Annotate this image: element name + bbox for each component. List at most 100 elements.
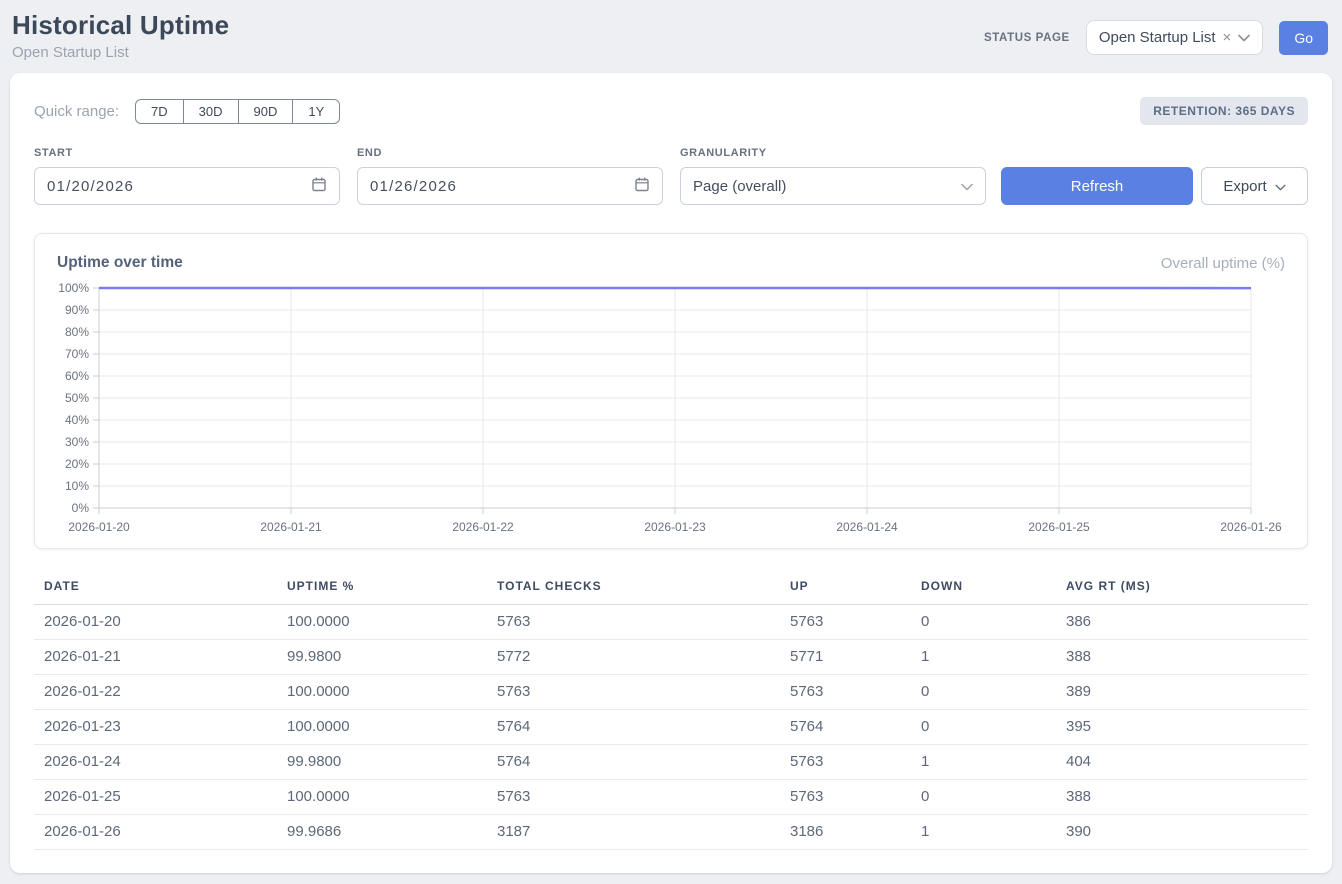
svg-text:60%: 60%: [65, 369, 89, 383]
page-subtitle: Open Startup List: [12, 44, 229, 61]
table-cell: 5763: [780, 675, 911, 710]
svg-text:0%: 0%: [72, 501, 90, 515]
svg-text:50%: 50%: [65, 391, 89, 405]
table-cell: 99.9800: [277, 640, 487, 675]
granularity-field: GRANULARITY Page (overall): [680, 147, 986, 205]
svg-text:80%: 80%: [65, 325, 89, 339]
chevron-down-icon: [961, 178, 973, 195]
table-cell: 5763: [780, 605, 911, 640]
go-button[interactable]: Go: [1279, 21, 1328, 55]
table-cell: 1: [911, 745, 1056, 780]
end-label: END: [357, 147, 663, 159]
table-cell: 0: [911, 675, 1056, 710]
chevron-down-icon: [1238, 34, 1250, 42]
table-cell: 5771: [780, 640, 911, 675]
table-row: 2026-01-25100.0000576357630388: [34, 780, 1308, 815]
svg-text:100%: 100%: [58, 281, 89, 295]
svg-text:10%: 10%: [65, 479, 89, 493]
table-cell: 2026-01-20: [34, 605, 277, 640]
controls-row: START 01/20/2026 END 01/26/2026 GRANULAR…: [34, 147, 1308, 205]
export-button-label: Export: [1223, 178, 1266, 195]
svg-text:2026-01-21: 2026-01-21: [260, 520, 322, 534]
quick-range-30d[interactable]: 30D: [183, 99, 239, 124]
table-row: 2026-01-2699.9686318731861390: [34, 815, 1308, 850]
svg-text:2026-01-20: 2026-01-20: [68, 520, 130, 534]
table-cell: 2026-01-24: [34, 745, 277, 780]
table-cell: 395: [1056, 710, 1308, 745]
chart-axes: [93, 288, 1251, 514]
table-cell: 5763: [487, 605, 780, 640]
table-cell: 389: [1056, 675, 1308, 710]
column-header-date: DATE: [34, 573, 277, 605]
refresh-button[interactable]: Refresh: [1001, 167, 1193, 205]
chart-axis-labels: 0%10%20%30%40%50%60%70%80%90%100%2026-01…: [58, 281, 1282, 534]
chevron-down-icon: [1275, 178, 1286, 195]
table-cell: 100.0000: [277, 710, 487, 745]
table-cell: 3187: [487, 815, 780, 850]
quick-range-row: Quick range: 7D30D90D1Y RETENTION: 365 D…: [34, 97, 1308, 125]
uptime-chart-svg: 0%10%20%30%40%50%60%70%80%90%100%2026-01…: [55, 280, 1283, 536]
table-cell: 2026-01-23: [34, 710, 277, 745]
granularity-selected-value: Page (overall): [693, 178, 786, 195]
chart-header: Uptime over time Overall uptime (%): [55, 254, 1287, 272]
table-cell: 404: [1056, 745, 1308, 780]
uptime-chart-card: Uptime over time Overall uptime (%) 0% 10…: [34, 233, 1308, 549]
table-cell: 0: [911, 605, 1056, 640]
table-row: 2026-01-22100.0000576357630389: [34, 675, 1308, 710]
table-cell: 0: [911, 710, 1056, 745]
table-cell: 1: [911, 815, 1056, 850]
clear-selection-icon[interactable]: ×: [1223, 30, 1232, 45]
export-button[interactable]: Export: [1201, 167, 1308, 205]
start-date-value: 01/20/2026: [47, 178, 134, 195]
table-row: 2026-01-2499.9800576457631404: [34, 745, 1308, 780]
svg-text:70%: 70%: [65, 347, 89, 361]
page-title: Historical Uptime: [12, 10, 229, 41]
header-titles: Historical Uptime Open Startup List: [12, 10, 229, 61]
column-header-up: UP: [780, 573, 911, 605]
granularity-label: GRANULARITY: [680, 147, 986, 159]
calendar-icon[interactable]: [311, 176, 327, 196]
table-cell: 3186: [780, 815, 911, 850]
table-cell: 390: [1056, 815, 1308, 850]
column-header-total-checks: TOTAL CHECKS: [487, 573, 780, 605]
table-cell: 100.0000: [277, 675, 487, 710]
table-row: 2026-01-2199.9800577257711388: [34, 640, 1308, 675]
table-cell: 5764: [487, 710, 780, 745]
table-cell: 1: [911, 640, 1056, 675]
uptime-table: DATEUPTIME %TOTAL CHECKSUPDOWNAVG RT (MS…: [34, 573, 1308, 850]
start-date-field: START 01/20/2026: [34, 147, 340, 205]
status-page-label: STATUS PAGE: [984, 32, 1070, 44]
column-header-down: DOWN: [911, 573, 1056, 605]
table-cell: 2026-01-25: [34, 780, 277, 815]
start-label: START: [34, 147, 340, 159]
table-cell: 5763: [487, 675, 780, 710]
granularity-select[interactable]: Page (overall): [680, 167, 986, 205]
table-cell: 5763: [780, 780, 911, 815]
table-cell: 100.0000: [277, 605, 487, 640]
svg-text:2026-01-22: 2026-01-22: [452, 520, 514, 534]
uptime-table-wrap: DATEUPTIME %TOTAL CHECKSUPDOWNAVG RT (MS…: [34, 573, 1308, 850]
quick-range-90d[interactable]: 90D: [238, 99, 294, 124]
chart-title: Uptime over time: [57, 254, 183, 272]
calendar-icon[interactable]: [634, 176, 650, 196]
start-date-input[interactable]: 01/20/2026: [34, 167, 340, 205]
chart-legend: Overall uptime (%): [1161, 255, 1285, 272]
column-header-uptime: UPTIME %: [277, 573, 487, 605]
svg-text:90%: 90%: [65, 303, 89, 317]
chart-gridlines: [99, 288, 1251, 508]
table-row: 2026-01-20100.0000576357630386: [34, 605, 1308, 640]
end-date-value: 01/26/2026: [370, 178, 457, 195]
table-header-row: DATEUPTIME %TOTAL CHECKSUPDOWNAVG RT (MS…: [34, 573, 1308, 605]
table-cell: 99.9800: [277, 745, 487, 780]
table-cell: 99.9686: [277, 815, 487, 850]
end-date-input[interactable]: 01/26/2026: [357, 167, 663, 205]
quick-range-7d[interactable]: 7D: [135, 99, 184, 124]
table-cell: 2026-01-26: [34, 815, 277, 850]
table-cell: 2026-01-22: [34, 675, 277, 710]
page-header: Historical Uptime Open Startup List STAT…: [0, 0, 1342, 73]
table-cell: 388: [1056, 640, 1308, 675]
quick-range-1y[interactable]: 1Y: [292, 99, 340, 124]
table-cell: 388: [1056, 780, 1308, 815]
svg-text:2026-01-23: 2026-01-23: [644, 520, 706, 534]
status-page-select[interactable]: Open Startup List ×: [1086, 20, 1264, 55]
